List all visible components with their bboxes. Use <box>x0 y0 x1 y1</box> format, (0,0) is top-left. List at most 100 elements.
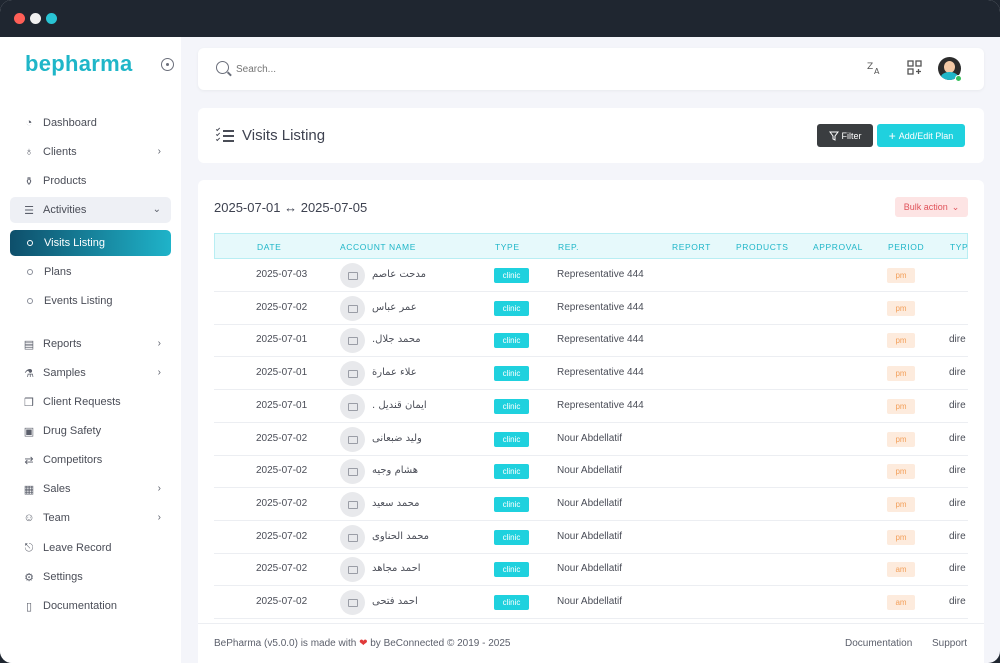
table-row[interactable]: 2025-07-02 وليد ضبعانى clinic Nour Abdellat… <box>214 423 968 456</box>
avatar-placeholder-icon <box>340 393 365 419</box>
sidebar-item-drug-safety[interactable]: ▣ Drug Safety <box>10 418 171 444</box>
bullet-icon <box>27 240 33 246</box>
bulk-action-button[interactable]: Bulk action ⌄ <box>895 197 968 217</box>
sidebar-item-settings[interactable]: ⚙ Settings <box>10 564 171 590</box>
table-row[interactable]: 2025-07-02 احمد فتحى clinic Nour Abdellatif… <box>214 586 968 619</box>
cell-account-name[interactable]: هشام وجيه <box>372 465 418 476</box>
column-header[interactable]: ACCOUNT NAME <box>340 242 416 252</box>
table-row[interactable]: 2025-07-02 احمد مجاهد clinic Nour Abdellati… <box>214 553 968 587</box>
checklist-icon <box>215 126 234 142</box>
close-window-button[interactable] <box>14 13 25 24</box>
cell-account-name[interactable]: ايمان قنديل . <box>372 400 427 411</box>
sidebar-item-samples[interactable]: ⚗ Samples › <box>10 360 171 386</box>
maximize-window-button[interactable] <box>46 13 57 24</box>
table-row[interactable]: 2025-07-03 مدحت عاصم clinic Representative … <box>214 259 968 292</box>
sidebar-item-clients[interactable]: ♁ Clients › <box>10 139 171 165</box>
date-range-picker[interactable]: 2025-07-01 ↔ 2025-07-05 <box>214 200 367 215</box>
chevron-right-icon: › <box>157 367 161 378</box>
table-row[interactable]: 2025-07-02 محمد الحناوى clinic Nour Abdella… <box>214 521 968 554</box>
cell-account-name[interactable]: محمد جلال. <box>372 334 421 345</box>
chevron-down-icon: ⌄ <box>951 201 960 212</box>
column-header[interactable]: TYPE <box>495 242 520 252</box>
column-header[interactable]: REP. <box>558 242 579 252</box>
footer-documentation-link[interactable]: Documentation <box>845 638 912 649</box>
sidebar-toggle-icon[interactable] <box>161 58 174 71</box>
cell-account-name[interactable]: علاء عمارة <box>372 367 417 378</box>
table-row[interactable]: 2025-07-01 محمد جلال. clinic Representative… <box>214 324 968 358</box>
column-header[interactable]: APPROVAL <box>813 242 863 252</box>
footer: BePharma (v5.0.0) is made with ❤ by BeCo… <box>198 623 984 663</box>
table-row[interactable]: 2025-07-02 هشام وجيه clinic Nour Abdellatif… <box>214 455 968 489</box>
translate-icon[interactable]: ZA <box>867 60 882 78</box>
grid-add-icon[interactable] <box>907 60 922 78</box>
cell-date: 2025-07-02 <box>256 530 308 542</box>
table-row[interactable]: 2025-07-02 عمر عباس clinic Representative 4… <box>214 292 968 325</box>
table-row[interactable]: 2025-07-01 ايمان قنديل . clinic Representat… <box>214 390 968 423</box>
sidebar-item-team[interactable]: ☺ Team › <box>10 505 171 531</box>
sidebar-item-products[interactable]: ⚱ Products <box>10 168 171 194</box>
type-badge: clinic <box>494 333 529 349</box>
page-header: Visits Listing Filter + Add/Edit Plan <box>198 108 984 163</box>
receipt-icon: ▦ <box>23 483 35 496</box>
column-header[interactable]: PERIOD <box>888 242 924 252</box>
sidebar-item-client-requests[interactable]: ❒ Client Requests <box>10 389 171 415</box>
cell-type-truncated: dire <box>949 334 966 346</box>
sidebar-item-competitors[interactable]: ⇄ Competitors <box>10 447 171 473</box>
period-badge: am <box>887 562 915 578</box>
table-row[interactable]: 2025-07-02 محمد سعيد clinic Nour Abdellatif… <box>214 488 968 521</box>
sidebar-item-label: Client Requests <box>43 396 121 408</box>
cell-type-truncated: dire <box>949 563 966 575</box>
sidebar-item-events-listing[interactable]: Events Listing <box>10 288 171 314</box>
filter-icon <box>828 131 839 141</box>
brand-logo[interactable]: bepharma <box>25 51 133 77</box>
cell-rep: Representative 444 <box>557 399 644 411</box>
cell-account-name[interactable]: احمد مجاهد <box>372 563 421 574</box>
avatar-placeholder-icon <box>340 459 365 485</box>
cell-account-name[interactable]: عمر عباس <box>372 302 417 313</box>
sidebar-item-documentation[interactable]: ▯ Documentation <box>10 593 171 619</box>
cell-date: 2025-07-02 <box>256 432 308 444</box>
cell-account-name[interactable]: مدحت عاصم <box>372 269 426 280</box>
cell-date: 2025-07-02 <box>256 563 308 575</box>
table-row[interactable]: 2025-07-01 علاء عمارة clinic Representative… <box>214 357 968 391</box>
cell-account-name[interactable]: وليد ضبعانى <box>372 433 422 444</box>
sidebar: bepharma ◔ Dashboard ♁ Clients › ⚱ Products ☰ Ac… <box>0 37 181 663</box>
column-header[interactable]: REPORT <box>672 242 711 252</box>
cell-account-name[interactable]: محمد الحناوى <box>372 531 429 542</box>
sidebar-item-activities[interactable]: ☰ Activities ⌄ <box>10 197 171 223</box>
cell-type-truncated: dire <box>949 497 966 509</box>
cell-account-name[interactable]: احمد فتحى <box>372 596 418 607</box>
table-body: 2025-07-03 مدحت عاصم clinic Representative … <box>214 259 968 619</box>
column-header[interactable]: PRODUCTS <box>736 242 789 252</box>
chevron-right-icon: › <box>157 483 161 494</box>
column-header[interactable]: DATE <box>257 242 281 252</box>
footer-support-link[interactable]: Support <box>932 638 967 649</box>
column-header[interactable]: TYP <box>950 242 968 252</box>
avatar-placeholder-icon <box>340 328 365 354</box>
cell-rep: Representative 444 <box>557 334 644 346</box>
footer-text-after: by BeConnected © 2019 - 2025 <box>370 638 511 649</box>
topbar: ZA <box>198 48 984 90</box>
online-status-indicator <box>955 75 962 82</box>
sidebar-item-visits-listing[interactable]: Visits Listing <box>10 230 171 256</box>
cell-type-truncated: dire <box>949 596 966 607</box>
sidebar-item-leave-record[interactable]: ⎋ Leave Record <box>10 535 171 561</box>
team-icon: ☺ <box>23 512 35 524</box>
type-badge: clinic <box>494 529 529 545</box>
sidebar-item-sales[interactable]: ▦ Sales › <box>10 476 171 502</box>
add-edit-plan-button[interactable]: + Add/Edit Plan <box>877 124 965 147</box>
sidebar-item-plans[interactable]: Plans <box>10 259 171 285</box>
bulk-action-label: Bulk action <box>903 202 948 212</box>
type-badge: clinic <box>494 464 529 480</box>
cell-type-truncated: dire <box>949 530 966 542</box>
app-window: bepharma ◔ Dashboard ♁ Clients › ⚱ Products ☰ Ac… <box>0 0 1000 663</box>
minimize-window-button[interactable] <box>30 13 41 24</box>
sidebar-item-reports[interactable]: ▤ Reports › <box>10 331 171 357</box>
sidebar-item-label: Activities <box>43 204 87 216</box>
sidebar-item-dashboard[interactable]: ◔ Dashboard <box>10 110 171 136</box>
cell-account-name[interactable]: محمد سعيد <box>372 498 420 509</box>
search-input[interactable] <box>236 60 536 78</box>
type-badge: clinic <box>494 268 529 283</box>
filter-button[interactable]: Filter <box>817 124 873 147</box>
vial-icon: ⚗ <box>24 367 34 380</box>
